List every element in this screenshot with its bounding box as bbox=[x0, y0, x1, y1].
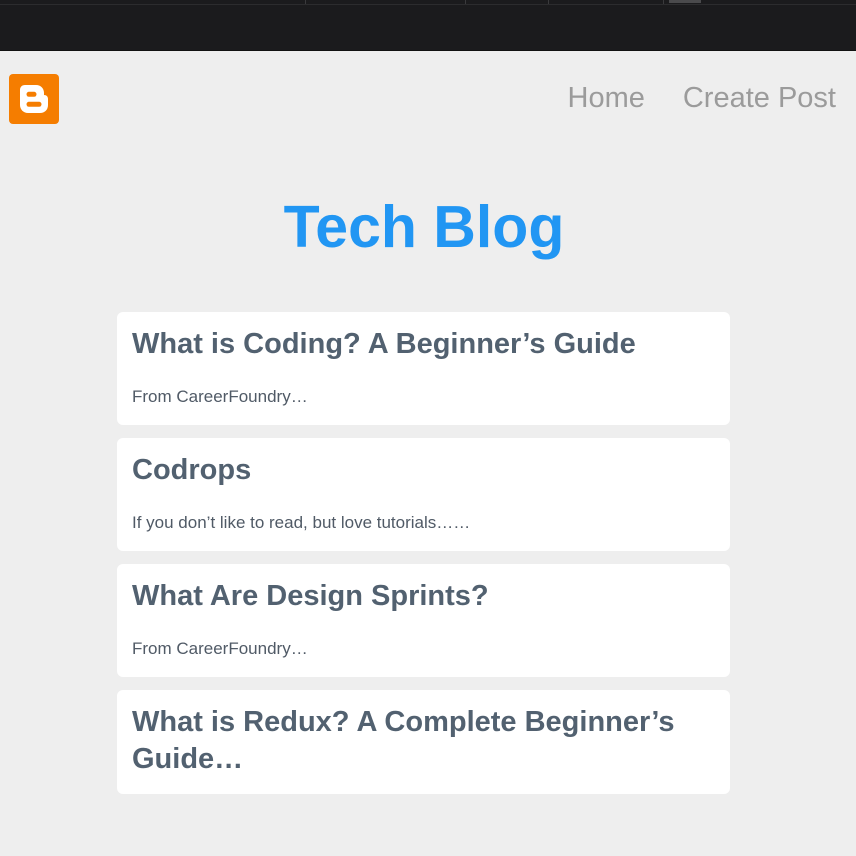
top-bar-separator bbox=[305, 0, 306, 4]
post-card[interactable]: What Are Design Sprints? From CareerFoun… bbox=[117, 564, 730, 677]
post-excerpt: From CareerFoundry… bbox=[132, 387, 308, 406]
blogger-logo-icon[interactable] bbox=[9, 74, 59, 124]
browser-top-bar bbox=[0, 0, 856, 51]
nav-links: Home Create Post bbox=[568, 81, 837, 115]
page-title: Tech Blog bbox=[283, 194, 565, 260]
post-title[interactable]: Codrops bbox=[132, 452, 715, 489]
post-title[interactable]: What is Redux? A Complete Beginner’s Gui… bbox=[132, 704, 715, 778]
top-bar-separator bbox=[548, 0, 549, 4]
post-title[interactable]: What Are Design Sprints? bbox=[132, 578, 715, 615]
post-excerpt: From CareerFoundry… bbox=[132, 639, 308, 658]
top-bar-divider bbox=[0, 4, 856, 5]
top-bar-tab-stub bbox=[669, 0, 701, 3]
navbar: Home Create Post bbox=[0, 51, 856, 147]
blogger-logo-glyph bbox=[20, 85, 48, 113]
nav-link-home[interactable]: Home bbox=[568, 81, 645, 115]
post-title[interactable]: What is Coding? A Beginner’s Guide bbox=[132, 326, 715, 363]
post-excerpt: If you don’t like to read, but love tuto… bbox=[132, 513, 471, 532]
top-bar-separator bbox=[465, 0, 466, 4]
post-list: What is Coding? A Beginner’s Guide From … bbox=[117, 312, 730, 807]
post-card[interactable]: What is Coding? A Beginner’s Guide From … bbox=[117, 312, 730, 425]
post-card[interactable]: What is Redux? A Complete Beginner’s Gui… bbox=[117, 690, 730, 794]
top-bar-separator bbox=[663, 0, 664, 4]
nav-link-create-post[interactable]: Create Post bbox=[683, 81, 836, 115]
post-card[interactable]: Codrops If you don’t like to read, but l… bbox=[117, 438, 730, 551]
